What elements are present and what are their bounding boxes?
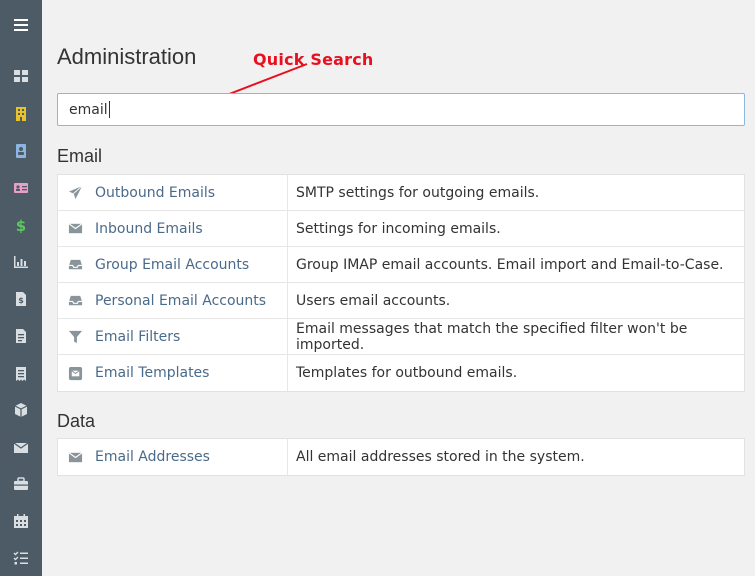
receipt-icon[interactable]: [0, 356, 42, 392]
row-description: All email addresses stored in the system…: [296, 449, 585, 465]
svg-text:$: $: [18, 296, 24, 305]
row-description: Templates for outbound emails.: [296, 365, 518, 381]
quick-search-input[interactable]: email: [57, 93, 745, 126]
table-row: Outbound Emails SMTP settings for outgoi…: [58, 175, 744, 211]
dollar-icon[interactable]: $: [0, 207, 42, 243]
task-list-icon[interactable]: [0, 540, 42, 576]
table-row: Group Email Accounts Group IMAP email ac…: [58, 247, 744, 283]
invoice-icon[interactable]: $: [0, 281, 42, 317]
table-row: Email Filters Email messages that match …: [58, 319, 744, 355]
id-card-icon[interactable]: [0, 170, 42, 206]
document-icon[interactable]: [0, 318, 42, 354]
cube-icon[interactable]: [0, 392, 42, 428]
section-title-data: Data: [57, 411, 96, 431]
calendar-icon[interactable]: [0, 503, 42, 539]
outbound-emails-link[interactable]: Outbound Emails: [95, 185, 215, 201]
email-filters-link[interactable]: Email Filters: [95, 329, 180, 345]
email-addresses-link[interactable]: Email Addresses: [95, 449, 210, 465]
paper-plane-icon: [67, 185, 83, 201]
row-description: Settings for incoming emails.: [296, 220, 501, 237]
section-title-email: Email: [57, 146, 103, 166]
inbox-icon: [67, 293, 83, 309]
row-description: Email messages that match the specified …: [296, 320, 688, 353]
main-content: Administration Quick Search email Email …: [57, 0, 745, 576]
inbox-icon: [67, 257, 83, 273]
email-settings-panel: Outbound Emails SMTP settings for outgoi…: [57, 174, 745, 392]
row-description: Group IMAP email accounts. Email import …: [296, 256, 724, 273]
page-title: Administration: [57, 44, 197, 69]
hamburger-menu-icon[interactable]: [0, 7, 42, 43]
table-row: Inbound Emails Settings for incoming ema…: [58, 211, 744, 247]
data-settings-panel: Email Addresses All email addresses stor…: [57, 438, 745, 476]
envelope-icon: [67, 449, 83, 465]
search-value: email: [69, 101, 108, 118]
inbound-emails-link[interactable]: Inbound Emails: [95, 221, 203, 237]
contact-book-icon[interactable]: [0, 133, 42, 169]
sidebar-nav: $ $: [0, 0, 42, 576]
briefcase-icon[interactable]: [0, 466, 42, 502]
row-description: SMTP settings for outgoing emails.: [296, 184, 540, 201]
table-row: Email Addresses All email addresses stor…: [58, 439, 744, 475]
email-templates-link[interactable]: Email Templates: [95, 365, 209, 381]
svg-text:$: $: [16, 217, 26, 233]
dashboard-icon[interactable]: [0, 58, 42, 94]
row-description: Users email accounts.: [296, 292, 451, 309]
personal-email-accounts-link[interactable]: Personal Email Accounts: [95, 293, 266, 309]
bar-chart-icon[interactable]: [0, 244, 42, 280]
table-row: Personal Email Accounts Users email acco…: [58, 283, 744, 319]
building-icon[interactable]: [0, 96, 42, 132]
envelope-icon: [67, 221, 83, 237]
envelope-square-icon: [67, 365, 83, 381]
filter-icon: [67, 329, 83, 345]
group-email-accounts-link[interactable]: Group Email Accounts: [95, 257, 249, 273]
text-caret: [108, 101, 110, 118]
envelope-icon[interactable]: [0, 430, 42, 466]
table-row: Email Templates Templates for outbound e…: [58, 355, 744, 391]
